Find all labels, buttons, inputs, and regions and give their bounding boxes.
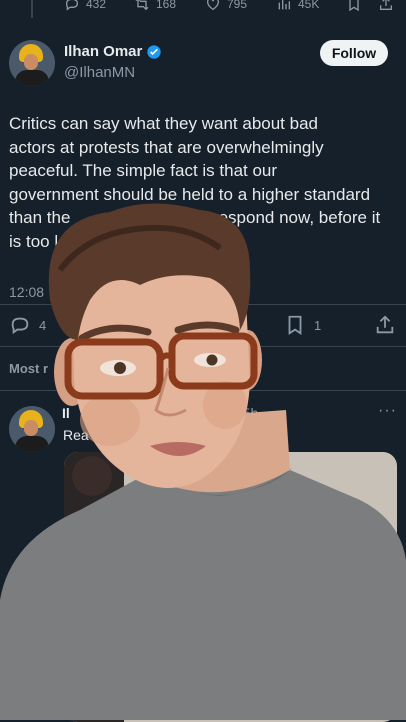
reply-text: Rea: [63, 427, 89, 443]
top-action-bar: 432 168 795 45K: [0, 0, 406, 16]
tweet-timestamp[interactable]: 12:08: [9, 284, 44, 300]
retweet-icon: [135, 0, 149, 11]
reply-icon: [11, 317, 29, 335]
avatar-face: [24, 420, 38, 436]
more-options-icon[interactable]: ···: [378, 402, 397, 420]
tweet-line: peaceful. The simple fact is that our: [9, 161, 278, 180]
stats-reply-count: 4: [39, 317, 47, 333]
author-avatar[interactable]: [9, 40, 55, 86]
tweet-line: Critics can say what they want about bad: [9, 114, 318, 133]
stats-bookmark-count: 1: [314, 317, 322, 333]
divider: [0, 304, 406, 305]
tweet-line: actors at protests that are overwhelming…: [9, 137, 324, 157]
like-action[interactable]: 795: [205, 0, 247, 12]
tweet-line: than the st respond now, before it: [9, 206, 397, 230]
follow-button[interactable]: Follow: [320, 40, 388, 66]
author-name: Ilhan Omar: [64, 43, 143, 60]
share-action[interactable]: [378, 0, 394, 12]
stats-bookmark[interactable]: 1: [284, 314, 321, 336]
tweet-text: Critics can say what they want about bad…: [9, 112, 397, 253]
share-icon: [376, 315, 394, 334]
reply-sort-selector[interactable]: Most r: [9, 361, 48, 376]
tweet-line-left: than the: [9, 208, 71, 227]
divider: [0, 346, 406, 347]
avatar-body: [15, 70, 49, 86]
stats-share[interactable]: [374, 314, 396, 336]
reply-timestamp: ·5h: [238, 405, 259, 421]
bookmark-action[interactable]: [346, 0, 362, 12]
tweet-line: government should be held to a higher st…: [9, 184, 371, 204]
stats-reply[interactable]: 4: [9, 314, 46, 336]
avatar-body: [15, 436, 49, 452]
retweet-count: 168: [156, 0, 177, 11]
avatar-face: [24, 54, 38, 70]
views-action[interactable]: 45K: [276, 0, 319, 12]
reply-count: 432: [86, 0, 107, 11]
stats-like-count: 7: [236, 314, 244, 329]
tweet-line-right: st respond now, before it: [195, 208, 381, 227]
heart-icon: [207, 0, 219, 11]
author-handle[interactable]: @IlhanMN: [64, 64, 135, 81]
divider: [0, 390, 406, 391]
reply-media-thumbnail[interactable]: [64, 452, 397, 722]
stats-like[interactable]: 7: [236, 314, 243, 329]
like-count: 795: [227, 0, 248, 11]
verified-badge-icon: [147, 45, 162, 59]
retweet-action[interactable]: 168: [134, 0, 176, 12]
reply-action[interactable]: 432: [64, 0, 106, 12]
bookmark-icon: [288, 315, 302, 335]
media-figure-head: [72, 456, 112, 496]
reply-avatar[interactable]: [9, 406, 55, 452]
share-icon: [380, 0, 392, 10]
bookmark-icon: [349, 0, 359, 12]
tweet-line: is too l: [9, 231, 59, 251]
author-name-row[interactable]: Ilhan Omar: [64, 43, 162, 61]
views-count: 45K: [298, 0, 320, 11]
reply-icon: [65, 0, 79, 11]
views-icon: [278, 0, 290, 10]
reply-author-name[interactable]: Il: [62, 405, 70, 421]
